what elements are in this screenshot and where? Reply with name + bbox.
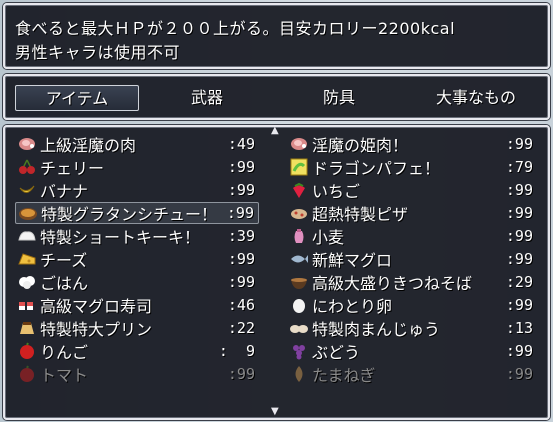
item-name: 淫魔の姫肉！ <box>312 136 409 155</box>
tab-weapons[interactable]: 武器 <box>145 85 269 111</box>
item-quantity: :29 <box>505 273 533 291</box>
tab-key-items[interactable]: 大事なもの <box>411 85 541 111</box>
item-name: いちご <box>312 182 361 201</box>
item-row[interactable]: 特製グラタンシチュー！ :99 <box>15 202 259 224</box>
item-name: ドラゴンパフェ！ <box>312 159 441 178</box>
stew-icon <box>18 204 38 222</box>
item-name: 特製肉まんじゅう <box>312 320 441 339</box>
item-quantity: :99 <box>505 250 533 268</box>
dragon-parfait-icon <box>289 158 309 176</box>
item-row[interactable]: 小麦 :99 <box>287 225 537 247</box>
item-list-window: ▲ 上級淫魔の肉:49 チェリー:99 バナナ:99 特製グラタンシチュー！:99 特製… <box>3 125 550 420</box>
item-row[interactable]: 上級淫魔の肉 :49 <box>15 133 259 155</box>
item-name: 小麦 <box>312 228 345 247</box>
tab-items[interactable]: アイテム <box>15 85 139 111</box>
item-quantity: :22 <box>227 319 255 337</box>
item-name: たまねぎ <box>312 366 376 385</box>
item-row[interactable]: トマト :99 <box>15 363 259 385</box>
help-description-line-1: 食べると最大ＨＰが２００上がる。目安カロリー2200kcal <box>15 19 456 38</box>
item-quantity: :99 <box>505 342 533 360</box>
fish-icon <box>289 250 309 268</box>
item-quantity: :99 <box>505 365 533 383</box>
item-row[interactable]: 淫魔の姫肉！ :99 <box>287 133 537 155</box>
item-name: 高級マグロ寿司 <box>40 297 153 316</box>
item-quantity: :79 <box>505 158 533 176</box>
item-quantity: :99 <box>227 365 255 383</box>
item-name: 特製ショートキーキ！ <box>40 228 201 247</box>
cheese-icon <box>17 250 37 268</box>
item-name: 上級淫魔の肉 <box>40 136 137 155</box>
item-name: 特製グラタンシチュー！ <box>41 205 218 224</box>
item-row[interactable]: ドラゴンパフェ！ :79 <box>287 156 537 178</box>
cake-icon <box>17 227 37 245</box>
soba-icon <box>289 273 309 291</box>
item-name: 超熱特製ピザ <box>312 205 409 224</box>
cherry-icon <box>17 158 37 176</box>
help-window: 食べると最大ＨＰが２００上がる。目安カロリー2200kcal 男性キャラは使用不… <box>3 3 550 69</box>
item-quantity: :99 <box>505 296 533 314</box>
item-quantity: : 9 <box>218 342 255 360</box>
item-row[interactable]: にわとり卵 :99 <box>287 294 537 316</box>
item-row[interactable]: バナナ :99 <box>15 179 259 201</box>
item-quantity: :39 <box>227 227 255 245</box>
onion-icon <box>289 365 309 383</box>
category-window: アイテム 武器 防具 大事なもの <box>3 74 550 120</box>
item-quantity: :99 <box>227 250 255 268</box>
item-name: ごはん <box>40 274 89 293</box>
item-name: 新鮮マグロ <box>312 251 393 270</box>
banana-icon <box>17 181 37 199</box>
pudding-icon <box>17 319 37 337</box>
scroll-up-arrow-icon[interactable]: ▲ <box>271 126 279 136</box>
item-row[interactable]: 高級大盛りきつねそば :29 <box>287 271 537 293</box>
item-row[interactable]: 新鮮マグロ :99 <box>287 248 537 270</box>
item-quantity: :99 <box>227 181 255 199</box>
apple-icon <box>17 342 37 360</box>
item-name: りんご <box>40 343 89 362</box>
pizza-icon <box>289 204 309 222</box>
item-quantity: :49 <box>227 135 255 153</box>
item-row[interactable]: ごはん :99 <box>15 271 259 293</box>
item-row[interactable]: りんご : 9 <box>15 340 259 362</box>
strawberry-icon <box>289 181 309 199</box>
item-name: 特製特大プリン <box>40 320 153 339</box>
item-name: トマト <box>40 366 89 385</box>
item-name: チーズ <box>40 251 88 270</box>
item-row[interactable]: たまねぎ :99 <box>287 363 537 385</box>
item-row[interactable]: 超熱特製ピザ :99 <box>287 202 537 224</box>
meat-icon <box>289 135 309 153</box>
tab-armor[interactable]: 防具 <box>277 85 401 111</box>
item-quantity: :46 <box>227 296 255 314</box>
item-row[interactable]: 特製ショートキーキ！ :39 <box>15 225 259 247</box>
item-row[interactable]: チーズ :99 <box>15 248 259 270</box>
egg-icon <box>289 296 309 314</box>
rice-icon <box>17 273 37 291</box>
help-description-line-2: 男性キャラは使用不可 <box>15 43 181 62</box>
grape-icon <box>289 342 309 360</box>
item-row[interactable]: チェリー :99 <box>15 156 259 178</box>
item-name: 高級大盛りきつねそば <box>312 274 473 293</box>
scroll-down-arrow-icon[interactable]: ▼ <box>271 407 279 417</box>
item-quantity: :99 <box>505 204 533 222</box>
item-name: バナナ <box>40 182 89 201</box>
item-row[interactable]: 特製特大プリン :22 <box>15 317 259 339</box>
item-quantity: :99 <box>227 273 255 291</box>
tomato-icon <box>17 365 37 383</box>
item-quantity: :99 <box>505 181 533 199</box>
item-quantity: :13 <box>505 319 533 337</box>
meat-icon <box>17 135 37 153</box>
item-quantity: :99 <box>226 204 254 222</box>
item-name: チェリー <box>40 159 105 178</box>
item-name: ぶどう <box>312 343 361 362</box>
item-quantity: :99 <box>505 227 533 245</box>
item-row[interactable]: 特製肉まんじゅう :13 <box>287 317 537 339</box>
item-quantity: :99 <box>505 135 533 153</box>
wheat-icon <box>289 227 309 245</box>
sushi-icon <box>17 296 37 314</box>
item-row[interactable]: いちご :99 <box>287 179 537 201</box>
item-row[interactable]: ぶどう :99 <box>287 340 537 362</box>
bun-icon <box>289 319 309 337</box>
item-row[interactable]: 高級マグロ寿司 :46 <box>15 294 259 316</box>
item-quantity: :99 <box>227 158 255 176</box>
item-name: にわとり卵 <box>312 297 393 316</box>
